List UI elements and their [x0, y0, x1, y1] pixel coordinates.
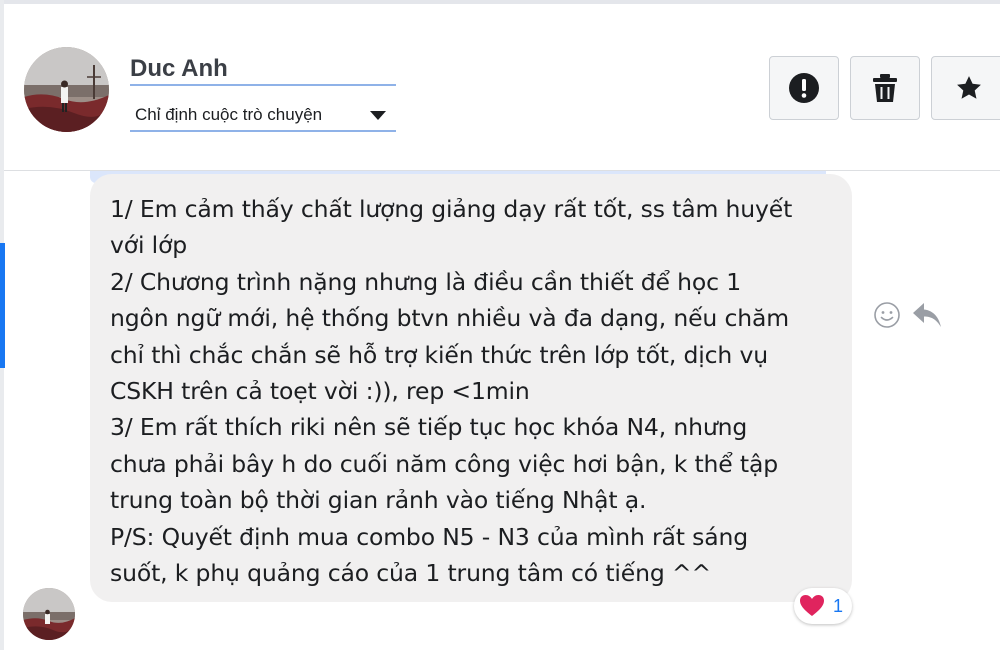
message-line: chỉ thì chắc chắn sẽ hỗ trợ kiến thức tr… [110, 340, 768, 369]
message-line: CSKH trên cả toẹt vời :)), rep <1min [110, 377, 530, 406]
message-bubble[interactable]: 1/ Em cảm thấy chất lượng giảng dạy rất … [90, 174, 852, 602]
message-line: suốt, k phụ quảng cáo của 1 trung tâm có… [110, 559, 711, 588]
star-conversation-button[interactable] [931, 56, 1000, 120]
active-conversation-indicator [0, 243, 5, 368]
smiley-icon [874, 302, 900, 328]
message-line: 3/ Em rất thích riki nên sẽ tiếp tục học… [110, 413, 748, 442]
contact-avatar[interactable] [24, 47, 109, 132]
reaction-count: 1 [833, 595, 844, 616]
chevron-down-icon [370, 111, 386, 120]
message-line: 2/ Chương trình nặng nhưng là điều cần t… [110, 267, 742, 296]
contact-name[interactable]: Duc Anh [130, 54, 396, 86]
sender-avatar[interactable] [23, 588, 75, 640]
assign-conversation-dropdown[interactable]: Chỉ định cuộc trò chuyện [130, 100, 396, 132]
react-button[interactable] [870, 296, 904, 334]
assign-conversation-label: Chỉ định cuộc trò chuyện [135, 105, 323, 124]
message-line: trung toàn bộ thời gian rảnh vào tiếng N… [110, 486, 647, 515]
report-spam-button[interactable] [769, 56, 839, 120]
heart-icon [800, 595, 824, 616]
message-line: ngôn ngữ mới, hệ thống btvn nhiều và đa … [110, 304, 789, 333]
reply-icon [913, 303, 941, 327]
trash-icon [873, 74, 897, 102]
reaction-badge[interactable]: 1 [794, 588, 852, 624]
conversation-header: Duc Anh Chỉ định cuộc trò chuyện [4, 4, 1000, 171]
message-line: với lớp [110, 231, 188, 260]
delete-conversation-button[interactable] [850, 56, 920, 120]
message-actions [870, 296, 950, 336]
alert-icon [789, 73, 819, 103]
star-icon [957, 76, 981, 99]
message-line: P/S: Quyết định mua combo N5 - N3 của mì… [110, 522, 749, 551]
message-line: 1/ Em cảm thấy chất lượng giảng dạy rất … [110, 195, 793, 223]
reply-button[interactable] [910, 296, 944, 334]
message-line: chưa phải bây h do cuối năm công việc hơ… [110, 449, 778, 478]
